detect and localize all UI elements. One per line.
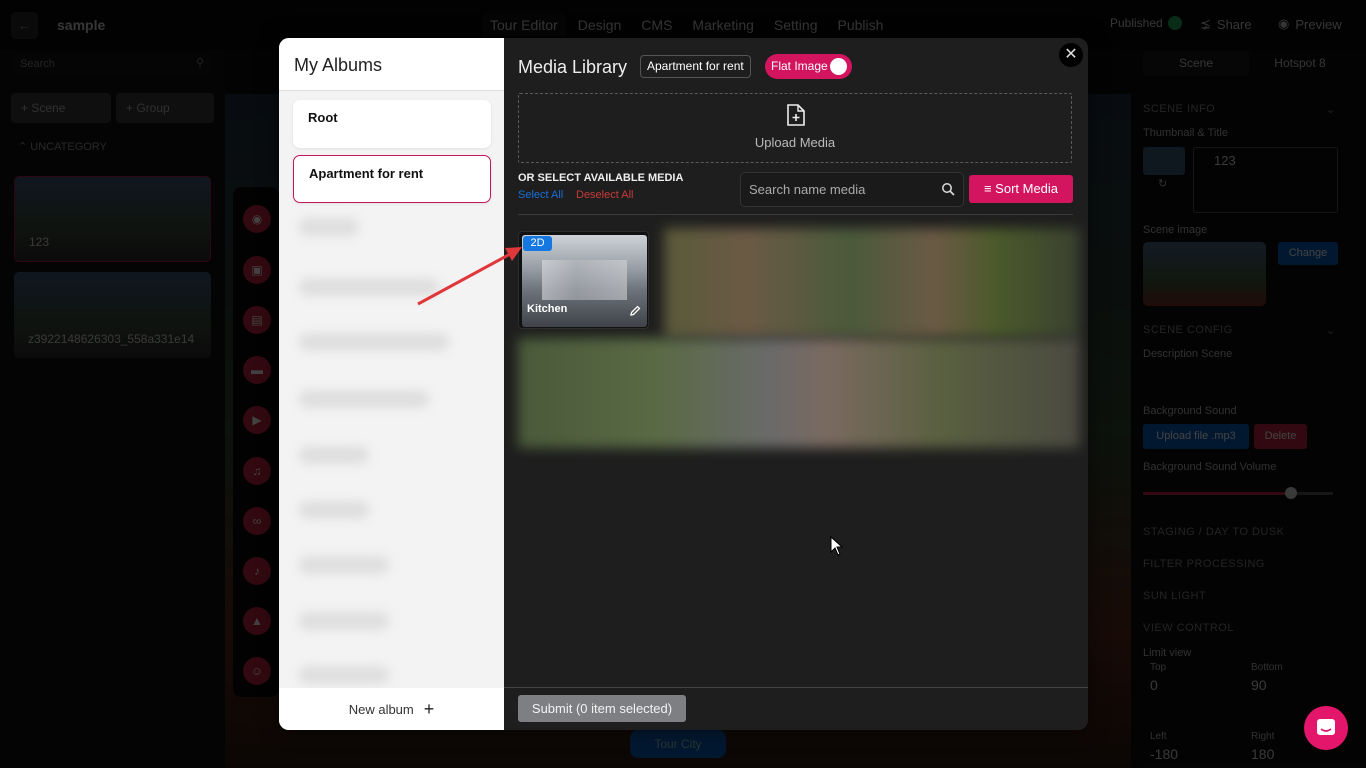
album-item-blurred[interactable]: [299, 556, 389, 574]
album-item-blurred[interactable]: [299, 278, 439, 296]
media-library-panel: Media Library Apartment for rent Flat Im…: [504, 38, 1088, 730]
album-item-blurred[interactable]: [299, 390, 429, 408]
new-album-label: New album: [348, 701, 414, 717]
plus-icon: +: [423, 698, 435, 719]
search-icon: [942, 183, 955, 196]
current-album-badge: Apartment for rent: [640, 55, 751, 78]
sort-icon: ≡: [983, 181, 992, 196]
media-type-badge: 2D: [523, 236, 552, 251]
submit-button[interactable]: Submit (0 item selected): [518, 695, 686, 722]
upload-media-label: Upload Media: [754, 135, 836, 150]
media-name: Kitchen: [527, 303, 568, 315]
chat-icon: [1317, 719, 1335, 735]
album-item-blurred[interactable]: [299, 501, 369, 519]
divider: [518, 214, 1073, 215]
media-library-modal: My Albums Root Apartment for rent New al…: [279, 38, 1088, 730]
footer-divider: [504, 687, 1088, 688]
media-item-kitchen[interactable]: 2D Kitchen: [518, 231, 649, 329]
deselect-all-link[interactable]: Deselect All: [576, 189, 633, 201]
album-item-blurred[interactable]: [299, 218, 359, 236]
album-item-blurred[interactable]: [299, 666, 389, 684]
album-item-root[interactable]: Root: [293, 100, 491, 148]
pencil-icon[interactable]: [629, 305, 641, 317]
search-media-placeholder: Search name media: [749, 182, 866, 197]
search-media-input[interactable]: Search name media: [740, 172, 964, 207]
tour-editor-app: ← sample Tour Editor Design CMS Marketin…: [0, 0, 1366, 768]
albums-header: My Albums: [279, 38, 504, 91]
sort-media-button[interactable]: ≡ Sort Media: [969, 175, 1073, 203]
chat-button[interactable]: [1304, 706, 1348, 750]
new-album-button[interactable]: New album +: [279, 688, 504, 730]
or-select-heading: OR SELECT AVAILABLE MEDIA: [518, 172, 684, 184]
close-icon: ✕: [1064, 46, 1078, 63]
close-button[interactable]: ✕: [1059, 43, 1083, 67]
album-item-blurred[interactable]: [299, 446, 369, 464]
media-item-blurred[interactable]: [518, 338, 1080, 448]
albums-title: My Albums: [294, 55, 383, 75]
albums-panel: My Albums Root Apartment for rent New al…: [279, 38, 504, 730]
toggle-knob: [830, 58, 847, 75]
sort-media-label: Sort Media: [995, 181, 1059, 196]
select-all-link[interactable]: Select All: [518, 189, 563, 201]
album-item-blurred[interactable]: [299, 333, 449, 351]
upload-media-dropzone[interactable]: Upload Media: [518, 93, 1072, 163]
media-item-blurred[interactable]: [664, 228, 1080, 338]
mouse-cursor-icon: [830, 536, 844, 556]
album-item-blurred[interactable]: [299, 612, 389, 630]
album-item-apartment-for-rent[interactable]: Apartment for rent: [293, 155, 491, 203]
flat-image-toggle[interactable]: Flat Image: [765, 54, 852, 79]
media-library-title: Media Library: [518, 57, 628, 77]
flat-image-label: Flat Image: [771, 59, 828, 73]
file-add-icon: [787, 104, 805, 126]
